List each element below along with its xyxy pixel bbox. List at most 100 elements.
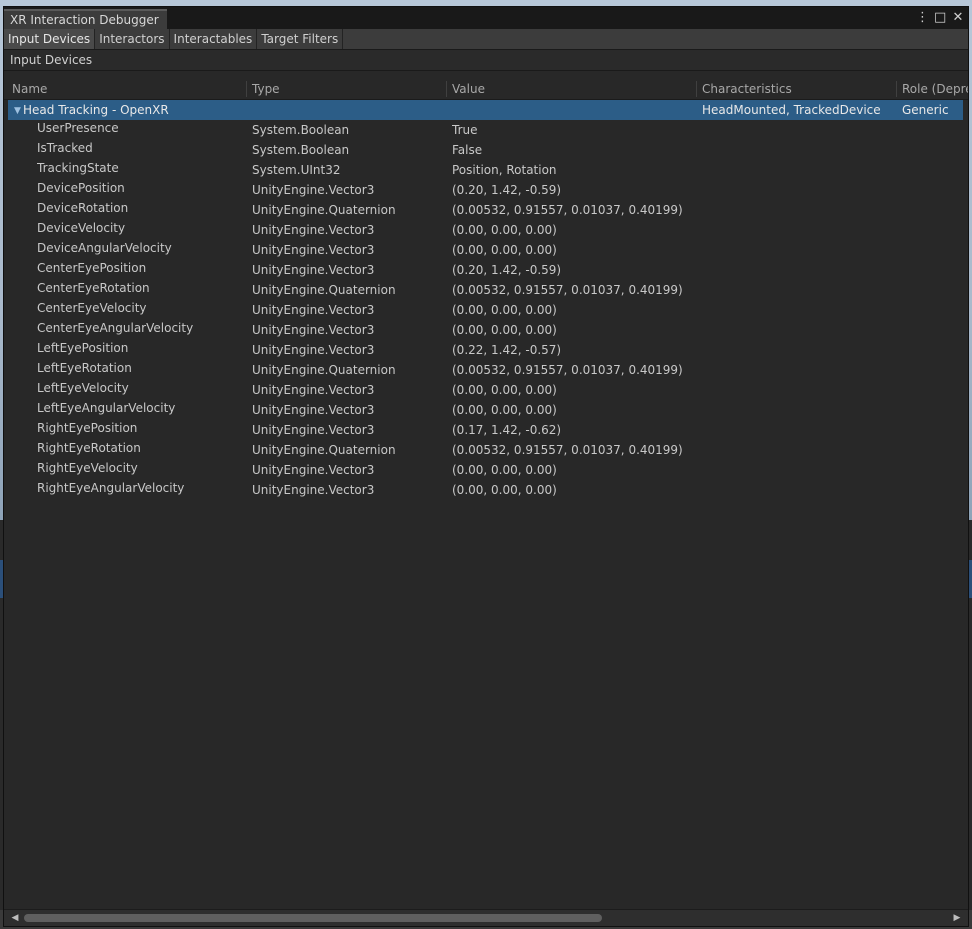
feature-value: (0.00, 0.00, 0.00) [452,463,557,477]
feature-row[interactable]: CenterEyeVelocity UnityEngine.Vector3 (0.0… [4,300,968,320]
scroll-right-icon[interactable]: ▶ [950,910,964,926]
feature-value: (0.00, 0.00, 0.00) [452,223,557,237]
device-row[interactable]: ▼ Head Tracking - OpenXR HeadMounted, Tr… [8,100,963,120]
feature-type: System.Boolean [252,143,350,157]
feature-row[interactable]: CenterEyePosition UnityEngine.Vector3 (0.2… [4,260,968,280]
column-type-header[interactable]: Type [248,79,448,99]
close-icon[interactable]: ✕ [952,10,964,26]
feature-row[interactable]: CenterEyeRotation UnityEngine.Quaternion (… [4,280,968,300]
feature-name: RightEyeRotation [37,441,141,455]
column-characteristics-header[interactable]: Characteristics [698,79,898,99]
feature-name: RightEyeVelocity [37,461,138,475]
column-divider[interactable] [696,81,697,97]
feature-row[interactable]: LeftEyeRotation UnityEngine.Quaternion (0.… [4,360,968,380]
feature-row[interactable]: DevicePosition UnityEngine.Vector3 (0.20, … [4,180,968,200]
feature-type: UnityEngine.Quaternion [252,363,396,377]
feature-type: UnityEngine.Quaternion [252,283,396,297]
column-name-header[interactable]: Name [8,79,248,99]
column-divider[interactable] [246,81,247,97]
feature-type: UnityEngine.Quaternion [252,443,396,457]
feature-type: UnityEngine.Vector3 [252,383,375,397]
feature-row[interactable]: DeviceVelocity UnityEngine.Vector3 (0.00, … [4,220,968,240]
feature-name: IsTracked [37,141,93,155]
feature-value: (0.00, 0.00, 0.00) [452,383,557,397]
feature-value: Position, Rotation [452,163,557,177]
feature-value: True [452,123,478,137]
feature-name: DeviceAngularVelocity [37,241,172,255]
feature-value: (0.00532, 0.91557, 0.01037, 0.40199) [452,363,683,377]
column-role-header[interactable]: Role (Depre [898,79,968,99]
window-titlebar: XR Interaction Debugger ⋮ □ ✕ [4,7,968,30]
feature-list: UserPresence System.Boolean True IsTracked S… [4,120,968,500]
feature-name: CenterEyePosition [37,261,147,275]
feature-row[interactable]: RightEyeVelocity UnityEngine.Vector3 (0.00… [4,460,968,480]
tab-interactors[interactable]: Interactors [95,29,170,49]
feature-value: (0.00, 0.00, 0.00) [452,403,557,417]
feature-name: CenterEyeRotation [37,281,150,295]
feature-row[interactable]: RightEyePosition UnityEngine.Vector3 (0.17… [4,420,968,440]
feature-name: LeftEyeRotation [37,361,132,375]
column-divider[interactable] [896,81,897,97]
tab-interactables[interactable]: Interactables [170,29,258,49]
tab-input-devices[interactable]: Input Devices [4,29,96,49]
feature-type: UnityEngine.Vector3 [252,323,375,337]
column-value-header[interactable]: Value [448,79,698,99]
feature-name: LeftEyeAngularVelocity [37,401,176,415]
feature-type: UnityEngine.Vector3 [252,463,375,477]
tab-target-filters[interactable]: Target Filters [257,29,344,49]
feature-row[interactable]: UserPresence System.Boolean True [4,120,968,140]
feature-name: RightEyePosition [37,421,138,435]
feature-type: UnityEngine.Vector3 [252,223,375,237]
feature-row[interactable]: TrackingState System.UInt32 Position, Rota… [4,160,968,180]
feature-row[interactable]: DeviceRotation UnityEngine.Quaternion (0.0… [4,200,968,220]
feature-type: UnityEngine.Vector3 [252,263,375,277]
device-name: Head Tracking - OpenXR [23,103,169,117]
feature-name: LeftEyeVelocity [37,381,129,395]
feature-name: DevicePosition [37,181,125,195]
feature-name: DeviceVelocity [37,221,126,235]
feature-row[interactable]: LeftEyePosition UnityEngine.Vector3 (0.22,… [4,340,968,360]
feature-value: (0.00, 0.00, 0.00) [452,243,557,257]
feature-name: TrackingState [37,161,119,175]
feature-row[interactable]: LeftEyeAngularVelocity UnityEngine.Vector… [4,400,968,420]
feature-type: UnityEngine.Quaternion [252,203,396,217]
feature-name: UserPresence [37,121,119,135]
feature-row[interactable]: DeviceAngularVelocity UnityEngine.Vector3… [4,240,968,260]
column-divider[interactable] [446,81,447,97]
feature-type: System.UInt32 [252,163,341,177]
feature-type: UnityEngine.Vector3 [252,343,375,357]
feature-name: CenterEyeVelocity [37,301,147,315]
feature-row[interactable]: RightEyeRotation UnityEngine.Quaternion (0… [4,440,968,460]
feature-row[interactable]: IsTracked System.Boolean False [4,140,968,160]
horizontal-scrollbar[interactable]: ◀ ▶ [4,909,968,926]
window-title-tab[interactable]: XR Interaction Debugger [4,9,167,29]
debugger-tab-bar: Input Devices Interactors Interactables … [4,29,968,50]
feature-name: CenterEyeAngularVelocity [37,321,194,335]
feature-value: (0.20, 1.42, -0.59) [452,183,562,197]
feature-type: System.Boolean [252,123,350,137]
feature-row[interactable]: RightEyeAngularVelocity UnityEngine.Vecto… [4,480,968,500]
scrollbar-thumb[interactable] [24,914,602,922]
feature-value: (0.17, 1.42, -0.62) [452,423,562,437]
maximize-icon[interactable]: □ [934,10,946,26]
feature-value: (0.00, 0.00, 0.00) [452,303,557,317]
feature-value: False [452,143,483,157]
device-tree: ▼ Head Tracking - OpenXR HeadMounted, Tr… [4,100,968,500]
device-role: Generic [902,103,949,117]
feature-row[interactable]: CenterEyeAngularVelocity UnityEngine.Vect… [4,320,968,340]
section-title: Input Devices [4,50,968,71]
feature-type: UnityEngine.Vector3 [252,423,375,437]
feature-value: (0.00, 0.00, 0.00) [452,323,557,337]
feature-value: (0.20, 1.42, -0.59) [452,263,562,277]
feature-value: (0.00532, 0.91557, 0.01037, 0.40199) [452,283,683,297]
feature-type: UnityEngine.Vector3 [252,403,375,417]
feature-type: UnityEngine.Vector3 [252,243,375,257]
feature-name: LeftEyePosition [37,341,129,355]
feature-value: (0.00, 0.00, 0.00) [452,483,557,497]
feature-row[interactable]: LeftEyeVelocity UnityEngine.Vector3 (0.00,… [4,380,968,400]
feature-name: RightEyeAngularVelocity [37,481,185,495]
feature-value: (0.22, 1.42, -0.57) [452,343,562,357]
kebab-menu-icon[interactable]: ⋮ [916,10,929,26]
feature-value: (0.00532, 0.91557, 0.01037, 0.40199) [452,443,683,457]
scroll-left-icon[interactable]: ◀ [8,910,22,926]
